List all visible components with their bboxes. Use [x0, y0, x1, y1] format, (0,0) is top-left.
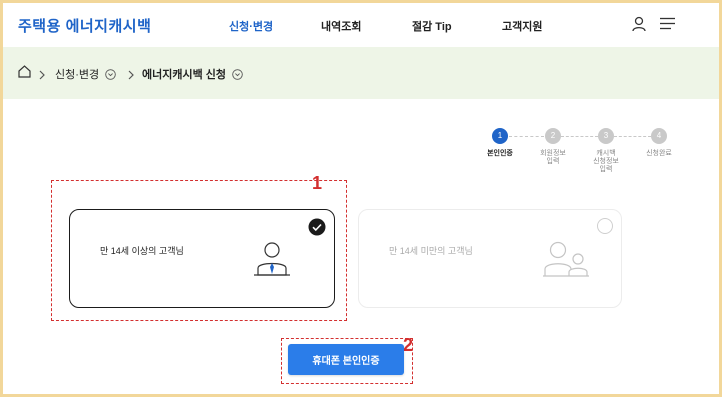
step-2-indicator: 2: [545, 128, 561, 144]
step-1-label: 본인인증: [487, 150, 513, 157]
home-icon[interactable]: [18, 65, 31, 83]
step-4-label: 신청완료: [646, 150, 672, 157]
chevron-right-icon: [128, 67, 134, 85]
nav-history[interactable]: 내역조회: [321, 18, 361, 34]
annotation-number-1: 1: [312, 173, 323, 193]
checked-icon: [308, 218, 326, 241]
adult-person-icon: [254, 241, 290, 282]
step-connector: [614, 136, 651, 137]
step-connector: [509, 136, 544, 137]
step-1-indicator: 1: [492, 128, 508, 144]
site-header: 주택용 에너지캐시백 신청·변경 내역조회 절감 Tip 고객지원: [3, 3, 719, 47]
parent-child-icon: [543, 240, 589, 283]
nav-support[interactable]: 고객지원: [502, 18, 542, 34]
breadcrumb-item-cashback[interactable]: 에너지캐시백 신청: [142, 66, 226, 82]
site-logo[interactable]: 주택용 에너지캐시백: [18, 15, 151, 36]
chevron-down-icon[interactable]: [232, 67, 243, 85]
nav-saving-tip[interactable]: 절감 Tip: [412, 18, 452, 34]
radio-unchecked-icon[interactable]: [597, 218, 613, 234]
step-3-label: 캐시백 신청정보 입력: [593, 150, 619, 173]
step-connector: [561, 136, 598, 137]
menu-icon[interactable]: [660, 17, 675, 35]
option-label-over-14: 만 14세 이상의 고객님: [100, 246, 184, 256]
option-label-under-14: 만 14세 미만의 고객님: [389, 246, 473, 256]
chevron-down-icon[interactable]: [105, 67, 116, 85]
nav-apply-change[interactable]: 신청·변경: [229, 18, 273, 34]
breadcrumb-item-apply[interactable]: 신청·변경: [55, 66, 99, 82]
step-3-indicator: 3: [598, 128, 614, 144]
option-card-over-14[interactable]: 만 14세 이상의 고객님: [69, 209, 335, 308]
step-2-label: 회원정보 입력: [540, 150, 566, 165]
step-4-indicator: 4: [651, 128, 667, 144]
breadcrumb: 신청·변경 에너지캐시백 신청: [3, 47, 719, 99]
chevron-right-icon: [39, 67, 45, 85]
user-icon[interactable]: [632, 16, 646, 37]
annotation-number-2: 2: [403, 335, 414, 355]
phone-verification-button[interactable]: 휴대폰 본인인증: [288, 344, 404, 375]
option-card-under-14[interactable]: 만 14세 미만의 고객님: [358, 209, 622, 308]
